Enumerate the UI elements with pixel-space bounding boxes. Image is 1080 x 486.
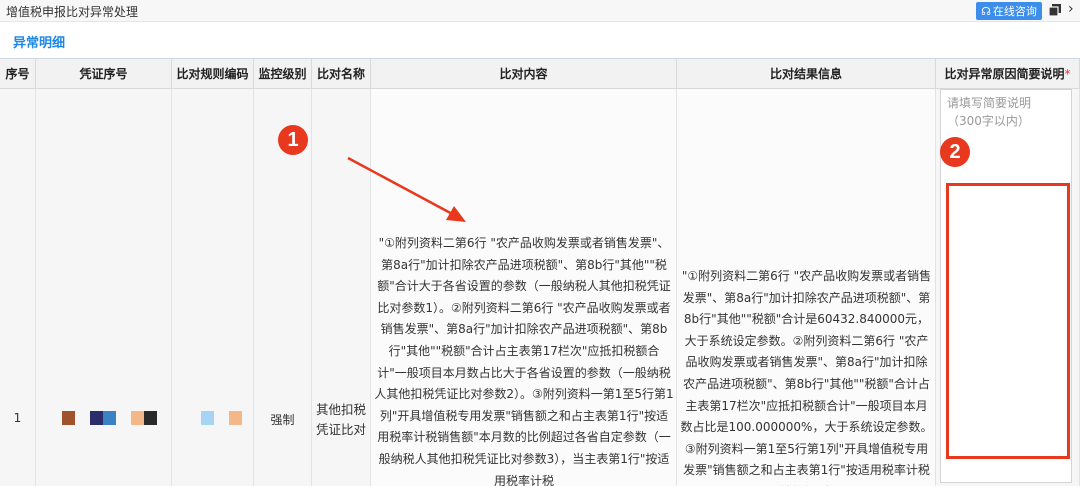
row-level: 强制 bbox=[270, 413, 295, 427]
online-consult-button[interactable]: ☊ 在线咨询 bbox=[976, 2, 1042, 20]
required-mark: * bbox=[1064, 66, 1071, 81]
row-result: "①附列资料二第6行 "农产品收购发票或者销售发票"、第8a行"加计扣除农产品进… bbox=[680, 269, 933, 486]
table-row: 1 bbox=[0, 89, 36, 486]
row-content: "①附列资料二第6行 "农产品收购发票或者销售发票"、第8a行"加计扣除农产品进… bbox=[374, 236, 674, 486]
chevron-right-icon[interactable]: › bbox=[1068, 1, 1074, 17]
section-title: 异常明细 bbox=[13, 36, 66, 51]
header-seq: 序号 bbox=[0, 59, 36, 89]
annotation-marker-1: 1 bbox=[278, 125, 308, 155]
header-rule-code: 比对规则编码 bbox=[172, 59, 254, 89]
window-restore-icon[interactable] bbox=[1048, 3, 1062, 17]
voucher-cell bbox=[36, 89, 172, 486]
header-reason-label: 比对异常原因简要说明 bbox=[944, 67, 1065, 81]
row-name: 其他扣税 凭证比对 bbox=[312, 400, 370, 440]
header-level: 监控级别 bbox=[254, 59, 312, 89]
result-cell: "①附列资料二第6行 "农产品收购发票或者销售发票"、第8a行"加计扣除农产品进… bbox=[677, 89, 936, 486]
headset-icon: ☊ bbox=[981, 4, 991, 18]
row-name-line2: 凭证比对 bbox=[315, 422, 366, 437]
row-seq: 1 bbox=[13, 411, 22, 425]
online-consult-label: 在线咨询 bbox=[992, 5, 1037, 18]
content-cell: "①附列资料二第6行 "农产品收购发票或者销售发票"、第8a行"加计扣除农产品进… bbox=[371, 89, 677, 486]
header-reason: 比对异常原因简要说明 * bbox=[936, 59, 1080, 89]
header-content: 比对内容 bbox=[371, 59, 677, 89]
anomaly-table: 序号 凭证序号 比对规则编码 监控级别 比对名称 比对内容 比对结果信息 比对异… bbox=[0, 58, 1080, 486]
reason-placeholder: 请填写简要说明 （300字以内） bbox=[947, 96, 1032, 128]
name-cell: 其他扣税 凭证比对 bbox=[312, 89, 371, 486]
annotation-highlight-box bbox=[946, 183, 1070, 459]
annotation-marker-2: 2 bbox=[940, 137, 970, 167]
rule-code-cell bbox=[172, 89, 254, 486]
header-result: 比对结果信息 bbox=[677, 59, 936, 89]
row-name-line1: 其他扣税 bbox=[315, 402, 366, 417]
header-name: 比对名称 bbox=[312, 59, 371, 89]
redacted-voucher bbox=[62, 411, 157, 425]
window-title: 增值税申报比对异常处理 bbox=[6, 5, 139, 19]
title-bar: 增值税申报比对异常处理 ☊ 在线咨询 › bbox=[0, 0, 1080, 22]
header-voucher: 凭证序号 bbox=[36, 59, 172, 89]
redacted-rule-code bbox=[201, 411, 242, 425]
annotation-arrow bbox=[347, 156, 466, 222]
